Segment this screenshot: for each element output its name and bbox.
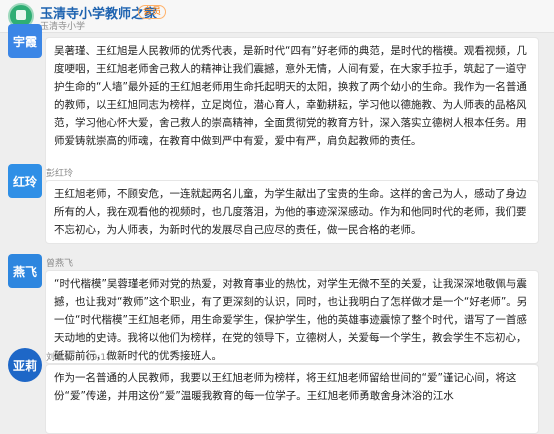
message-bubble[interactable]: 王红旭老师，不顾安危，一连就起两名儿童，为学生献出了宝贵的生命。这样的舍己为人，…	[45, 180, 539, 244]
avatar-text: 燕飞	[12, 264, 37, 279]
group-header: 玉清寺小学教师之家 会员 玉清寺小学	[0, 0, 554, 33]
sender-name-text: 彭红玲	[46, 169, 74, 179]
avatar[interactable]: 宇霞	[8, 24, 42, 58]
member-badge: 会员	[138, 5, 167, 19]
message-text: 作为一名普通的人民教师，我要以王红旭老师为榜样，将王红旭老师留给世间的“爱”谨记…	[54, 372, 517, 402]
message-bubble[interactable]: 作为一名普通的人民教师，我要以王红旭老师为榜样，将王红旭老师留给世间的“爱”谨记…	[45, 364, 539, 434]
avatar[interactable]: 红玲	[8, 164, 42, 198]
group-subtitle: 玉清寺小学	[40, 22, 86, 32]
sender-name: 曾燕飞	[46, 256, 73, 269]
avatar[interactable]: 燕飞	[8, 254, 42, 288]
message-time: 09:14	[85, 353, 112, 363]
avatar-text: 宇霞	[12, 34, 37, 49]
message-bubble[interactable]: “时代楷模”吴蓉瑾老师对党的热爱，对教育事业的热忱，对学生无微不至的关爱，让我深…	[45, 270, 539, 364]
sender-name: 刘亚莉 09:14	[46, 350, 112, 363]
message-text: “时代楷模”吴蓉瑾老师对党的热爱，对教育事业的热忱，对学生无微不至的关爱，让我深…	[54, 278, 528, 362]
sender-name: 彭红玲	[46, 166, 73, 179]
avatar-text: 亚莉	[12, 358, 37, 373]
sender-name-text: 曾燕飞	[46, 259, 74, 269]
message-text: 吴著瑾、王红旭是人民教师的优秀代表，是新时代“四有”好老师的典范，是时代的楷模。…	[54, 45, 527, 147]
avatar-text: 红玲	[12, 174, 37, 189]
message-bubble[interactable]: 吴著瑾、王红旭是人民教师的优秀代表，是新时代“四有”好老师的典范，是时代的楷模。…	[45, 37, 539, 183]
message-text: 王红旭老师，不顾安危，一连就起两名儿童，为学生献出了宝贵的生命。这样的舍己为人，…	[54, 188, 527, 236]
sender-name-text: 刘亚莉	[46, 353, 74, 363]
avatar[interactable]: 亚莉	[8, 348, 42, 382]
